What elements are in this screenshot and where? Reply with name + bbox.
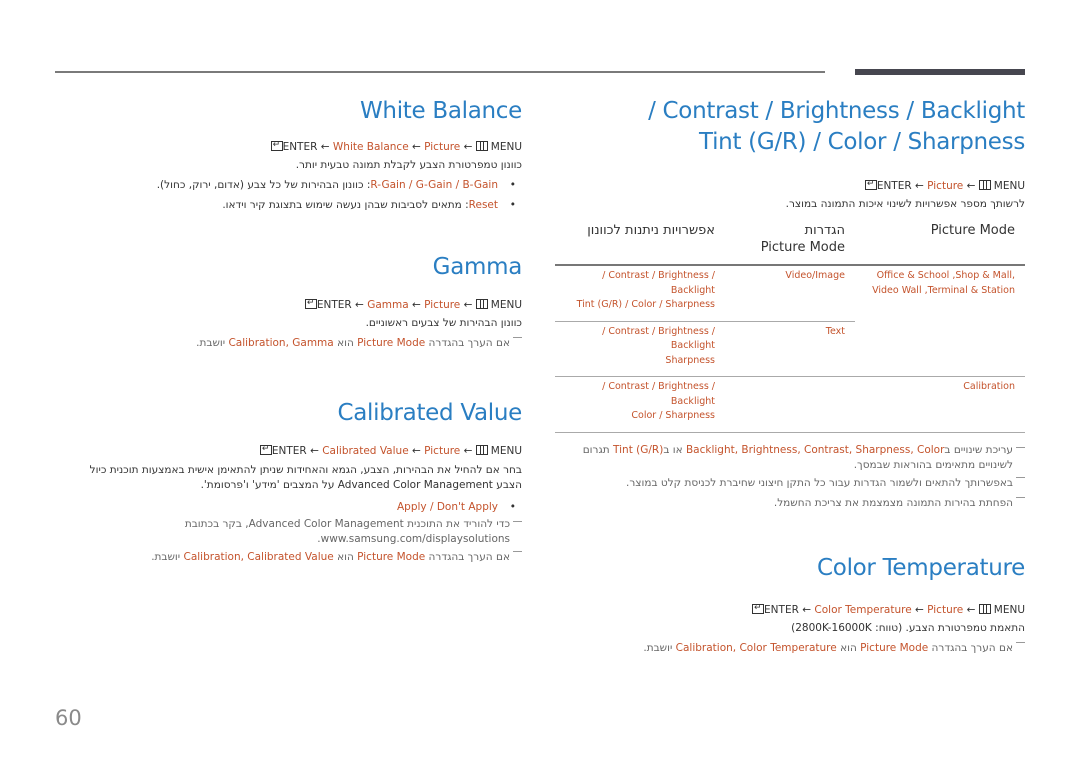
table-row: Calibration / Contrast / Brightness / Ba… [555,376,1025,433]
enter-key-icon [270,137,283,153]
left-column: White Balance ENTER ← White Balance ← Pi… [80,96,523,567]
path-picture: Picture [424,299,461,311]
table-row: Office & School ,Shop & Mall, Video Wall … [555,265,1025,377]
menu-path: ENTER ← Color Temperature ← Picture ← ME… [555,600,1025,618]
note: אם הערך בהגדרה Picture Mode הוא Calibrat… [555,638,1025,658]
table-header-row: Picture Mode הגדרות Picture Mode אפשרויות… [555,220,1025,266]
note: עריכת שינויים בBacklight, Brightness, Co… [555,443,1025,473]
contrast-brightness-section: / Contrast / Brightness / Backlight Tint … [555,96,1025,513]
menu-key-icon [475,299,488,309]
description: כוונון טמפרטורת הצבע לקבלת תמונה טבעית י… [295,159,522,171]
enter-key-icon [259,441,272,457]
path-picture: Picture [424,141,461,153]
header-rule [55,71,825,73]
note: הפחתת בהירות התמונה מצמצמת את צריכת החשמ… [555,493,1025,513]
path-item: White Balance [332,141,409,153]
description: בחר אם להחיל את הבהירות, הצבע, הגמא והאח… [89,464,522,491]
calibrated-value-title: Calibrated Value [337,400,522,426]
cell-setting: Text [725,321,855,377]
path-item: Gamma [367,299,409,311]
header-tab-bar [855,69,1025,75]
bullet-item: Apply / Don't Apply [80,497,522,517]
menu-path: ENTER ← White Balance ← Picture ← MENU [80,137,522,155]
calibrated-value-section: Calibrated Value ENTER ← Calibrated Valu… [80,398,523,567]
description: התאמת טמפרטורת הצבע. (טווח: 2800K-16000K… [791,621,1025,634]
gamma-title: Gamma [432,254,523,280]
cell-setting [725,376,855,433]
path-item: Calibrated Value [322,445,409,457]
enter-key-icon [304,295,317,311]
enter-key-icon [752,600,765,616]
header-picture-mode: Picture Mode [855,220,1025,266]
cell-mode: Office & School ,Shop & Mall, Video Wall … [855,265,1025,377]
description: לרשותך מספר אפשרויות לשינוי איכות התמונה… [785,198,1025,210]
menu-key-icon [978,180,991,190]
menu-key-icon [475,445,488,455]
note: כדי להוריד את התוכנית Advanced Color Man… [80,517,522,547]
cell-setting: Video/Image [725,265,855,322]
right-column: / Contrast / Brightness / Backlight Tint … [555,96,1025,658]
path-picture: Picture [927,603,964,616]
enter-key-icon [864,176,877,192]
bullet-item: Reset: מתאים לסביבות שבהן נעשה שימוש בתצ… [80,195,522,215]
color-temperature-title: Color Temperature [817,554,1025,581]
cell-options: / Contrast / Brightness / Backlight Sharp… [555,321,725,377]
cell-mode: Calibration [855,376,1025,433]
picture-mode-table: Picture Mode הגדרות Picture Mode אפשרויות… [555,220,1025,433]
bullet-item: R-Gain / G-Gain / B-Gain: כוונון הבהירות… [80,175,522,195]
path-item: Color Temperature [814,603,912,616]
path-picture: Picture [927,180,964,192]
color-temperature-section: Color Temperature ENTER ← Color Temperat… [555,553,1025,658]
contrast-section-title: / Contrast / Brightness / Backlight Tint … [648,98,1025,155]
note: באפשרותך להתאים ולשמור הגדרות עבור כל הת… [555,473,1025,493]
cell-options: / Contrast / Brightness / Backlight Color… [555,376,725,433]
note: אם הערך בהגדרה Picture Mode הוא Calibrat… [80,547,522,567]
menu-key-icon [978,603,991,614]
header-settings: הגדרות Picture Mode [725,220,855,266]
header-adjustable-options: אפשרויות ניתנות לכוונון [555,220,725,266]
white-balance-section: White Balance ENTER ← White Balance ← Pi… [80,96,523,215]
note: אם הערך בהגדרה Picture Mode הוא Calibrat… [80,333,522,353]
white-balance-title: White Balance [359,98,522,124]
path-picture: Picture [424,445,461,457]
cell-options: / Contrast / Brightness / Backlight Tint … [555,265,725,322]
menu-path: ENTER ← Calibrated Value ← Picture ← MEN… [80,441,522,459]
menu-path: ENTER ← Picture ← MENU [555,176,1025,194]
gamma-section: Gamma ENTER ← Gamma ← Picture ← MENU כוו… [80,252,522,353]
notes: עריכת שינויים בBacklight, Brightness, Co… [555,443,1025,513]
menu-path: ENTER ← Gamma ← Picture ← MENU [80,295,522,313]
page-number: 60 [55,706,82,730]
menu-key-icon [475,141,488,151]
description: כוונון הבהירות של צבעים ראשוניים. [365,317,522,329]
